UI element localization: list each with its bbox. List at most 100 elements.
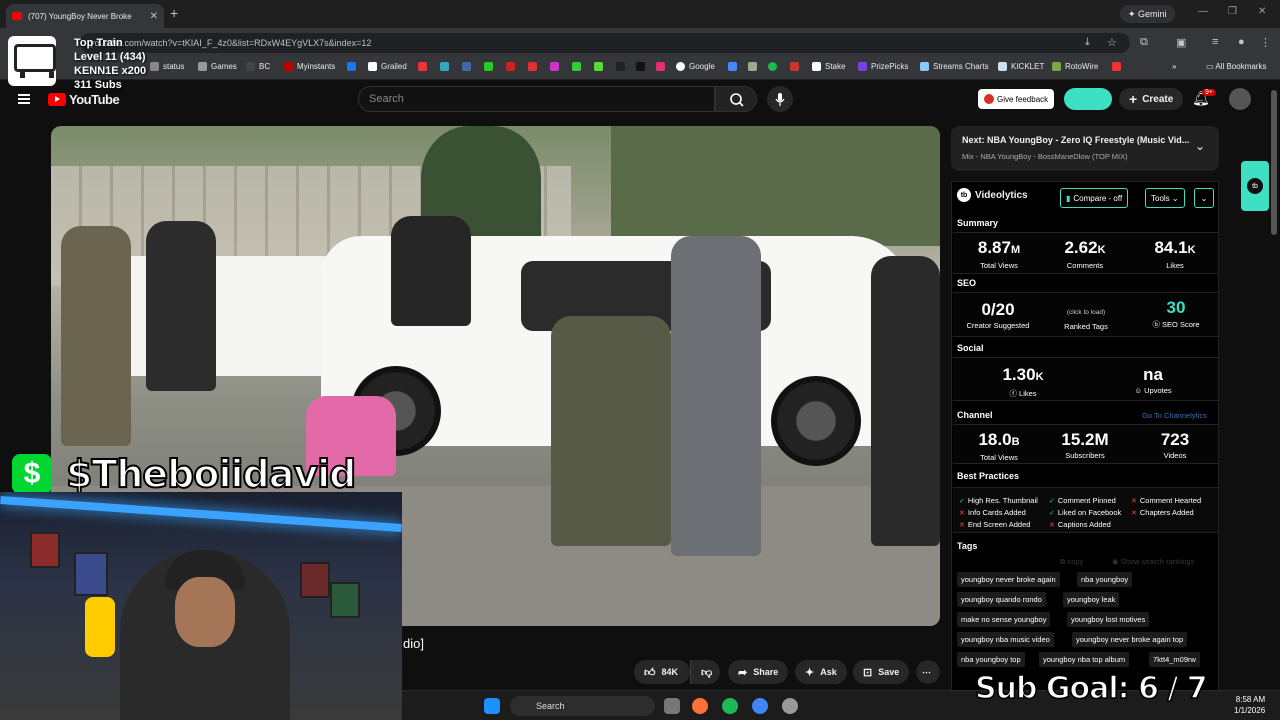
- like-button[interactable]: 👍︎ 84K: [634, 660, 690, 684]
- videos-label: Videos: [1163, 451, 1187, 460]
- tag-chip[interactable]: nba youngboy top: [957, 652, 1025, 667]
- copy-tags-button[interactable]: ⧉ copy: [1060, 557, 1083, 567]
- close-window-icon[interactable]: ✕: [1258, 6, 1266, 17]
- bookmarks-overflow-icon[interactable]: »: [1172, 62, 1176, 71]
- app-icon[interactable]: [782, 698, 798, 714]
- save-button[interactable]: ⊡ Save: [853, 660, 910, 684]
- bookmark-icon-2[interactable]: [440, 62, 453, 71]
- bookmark-google[interactable]: Google: [676, 62, 715, 71]
- bookmark-streams-charts[interactable]: Streams Charts: [920, 62, 989, 71]
- chevron-down-icon[interactable]: ⌄: [1195, 139, 1205, 153]
- search-button[interactable]: [715, 86, 757, 112]
- give-feedback-button[interactable]: Give feedback: [978, 89, 1055, 109]
- bookmark-icon-10[interactable]: [616, 62, 629, 71]
- more-actions-button[interactable]: ⋯: [916, 660, 940, 684]
- compare-toggle[interactable]: ▮ Compare - off: [1060, 188, 1129, 208]
- taskbar-search[interactable]: Search: [510, 696, 655, 716]
- extensions-icon[interactable]: ⧉: [1140, 36, 1148, 49]
- sidepanel-icon[interactable]: ▣: [1176, 36, 1186, 49]
- bookmark-stake[interactable]: Stake: [812, 62, 845, 71]
- wall-poster: [30, 532, 60, 568]
- close-tab-icon[interactable]: ✕: [150, 11, 158, 22]
- bookmark-kicklet[interactable]: KICKLET: [998, 62, 1044, 71]
- bookmark-rotowire[interactable]: RotoWire: [1052, 62, 1098, 71]
- media-icon[interactable]: ≡: [1212, 36, 1218, 48]
- profile-icon[interactable]: ●: [1238, 36, 1245, 48]
- bookmark-icon-11[interactable]: [636, 62, 649, 71]
- tag-chip[interactable]: youngboy nba top album: [1039, 652, 1130, 667]
- tag-chip[interactable]: youngboy never broke again top: [1072, 632, 1188, 647]
- tag-chip[interactable]: youngboy quando rondo: [957, 592, 1046, 607]
- voice-search-button[interactable]: [767, 86, 793, 112]
- person: [871, 256, 940, 546]
- bookmark-icon-13[interactable]: [728, 62, 741, 71]
- vidiq-toggle-button[interactable]: [1064, 88, 1112, 110]
- chrome-icon[interactable]: [752, 698, 768, 714]
- scrollbar[interactable]: [1271, 90, 1277, 235]
- tag-chip[interactable]: nba youngboy: [1077, 572, 1133, 587]
- bookmark-icon-14[interactable]: [748, 62, 761, 71]
- creator-value: 0/20: [981, 300, 1015, 319]
- dislike-button[interactable]: 👎︎: [690, 660, 720, 684]
- person: [61, 226, 131, 446]
- bookmark-icon-4[interactable]: [484, 62, 497, 71]
- bookmark-icon-9[interactable]: [594, 62, 607, 71]
- bookmark-prizepicks[interactable]: PrizePicks: [858, 62, 908, 71]
- bookmark-star-icon[interactable]: ☆: [1107, 36, 1117, 49]
- tools-dropdown[interactable]: Tools ⌄: [1145, 188, 1185, 208]
- tag-chip[interactable]: make no sense youngboy: [957, 612, 1051, 627]
- task-view-icon[interactable]: [664, 698, 680, 714]
- bookmark-grailed[interactable]: Grailed: [368, 62, 407, 71]
- youtube-logo[interactable]: YouTube: [48, 92, 120, 107]
- spotify-icon[interactable]: [722, 698, 738, 714]
- hamburger-menu-icon[interactable]: [18, 94, 30, 104]
- gemini-button[interactable]: ✦ Gemini: [1120, 5, 1175, 23]
- windows-start-icon[interactable]: [484, 698, 500, 714]
- vidiq-side-tab[interactable]: tb: [1241, 161, 1269, 211]
- bookmark-icon-16[interactable]: [790, 62, 803, 71]
- bookmark-icon-3[interactable]: [462, 62, 475, 71]
- search-input[interactable]: Search: [358, 86, 715, 112]
- x-icon: [636, 62, 645, 71]
- bookmark-icon-8[interactable]: [572, 62, 585, 71]
- ask-button[interactable]: ✦ Ask: [795, 660, 847, 684]
- minimize-icon[interactable]: —: [1198, 6, 1208, 17]
- restore-icon[interactable]: ❐: [1228, 6, 1237, 17]
- bookmark-favicon-icon: [998, 62, 1007, 71]
- up-next-card[interactable]: Next: NBA YoungBoy - Zero IQ Freestyle (…: [951, 126, 1219, 171]
- bookmark-icon-17[interactable]: [1112, 62, 1125, 71]
- system-clock[interactable]: 8:58 AM 1/1/2026: [1234, 694, 1265, 716]
- menu-dots-icon[interactable]: ⋮: [1260, 36, 1271, 49]
- bookmark-games[interactable]: Games: [198, 62, 237, 71]
- collapse-button[interactable]: ⌄: [1194, 188, 1214, 208]
- channelytics-link[interactable]: Go To Channelytics: [1142, 411, 1207, 420]
- bookmark-facebook[interactable]: [347, 62, 360, 71]
- create-button[interactable]: + Create: [1119, 88, 1184, 110]
- tag-chip[interactable]: youngboy leak: [1063, 592, 1120, 607]
- browser-tab[interactable]: (707) YoungBoy Never Broke ✕: [6, 4, 164, 28]
- firefox-icon[interactable]: [692, 698, 708, 714]
- ranked-tags-button[interactable]: (click to load) Ranked Tags: [1047, 307, 1125, 331]
- url-bar[interactable]: youtube.com/watch?v=tKIAI_F_4z0&list=RDx…: [80, 33, 1130, 53]
- bookmark-icon-1[interactable]: [418, 62, 431, 71]
- bookmark-status[interactable]: status: [150, 62, 184, 71]
- new-tab-icon[interactable]: +: [170, 5, 178, 21]
- tag-chip[interactable]: youngboy nba music video: [957, 632, 1054, 647]
- all-bookmarks[interactable]: ▭ All Bookmarks: [1206, 62, 1266, 71]
- tag-chip[interactable]: youngboy never broke again: [957, 572, 1060, 587]
- bookmark-icon-7[interactable]: [550, 62, 563, 71]
- bookmark-bc[interactable]: BC: [246, 62, 270, 71]
- avatar[interactable]: [1229, 88, 1251, 110]
- bookmark-icon-6[interactable]: [528, 62, 541, 71]
- bookmark-icon-12[interactable]: [656, 62, 669, 71]
- bookmark-icon-15[interactable]: [768, 62, 781, 71]
- train-user: KENN1E x200: [74, 65, 147, 77]
- share-button[interactable]: ➦ Share: [728, 660, 789, 684]
- show-rankings-button[interactable]: ◉ Show search rankings: [1112, 557, 1194, 566]
- tag-chip[interactable]: youngboy lost motives: [1067, 612, 1150, 627]
- bookmark-myinstants[interactable]: Myinstants: [284, 62, 335, 71]
- views-label: Total Views: [980, 261, 1018, 270]
- install-icon[interactable]: ⤓: [1085, 36, 1090, 49]
- tag-chip[interactable]: 7ktt4_m09rw: [1149, 652, 1200, 667]
- bookmark-icon-5[interactable]: [506, 62, 519, 71]
